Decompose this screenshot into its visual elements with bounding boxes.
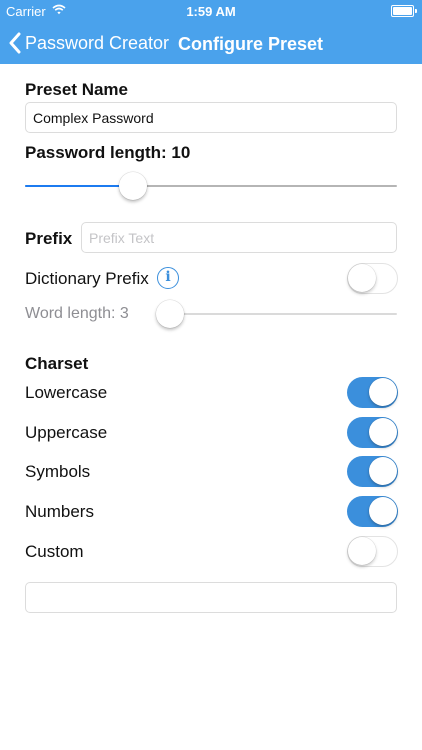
toggle-knob [369, 418, 397, 446]
charset-label-numbers: Numbers [25, 502, 94, 521]
password-length-label: Password length: 10 [25, 143, 191, 162]
charset-label-uppercase: Uppercase [25, 423, 108, 442]
charset-label-symbols: Symbols [25, 462, 91, 481]
nav-bar: Password Creator Configure Preset [0, 22, 422, 64]
word-length-label: Word length: 3 [25, 305, 129, 322]
back-button-label: Password Creator [25, 32, 170, 53]
dictionary-prefix-toggle[interactable] [347, 263, 398, 294]
preset-name-input[interactable] [25, 102, 397, 133]
prefix-label: Prefix [25, 229, 73, 248]
toggle-knob [369, 457, 397, 485]
page-title: Configure Preset [178, 34, 324, 54]
back-button[interactable]: Password Creator [8, 30, 169, 56]
password-length-slider[interactable] [25, 171, 397, 201]
chevron-left-icon [9, 32, 21, 54]
status-time: 1:59 AM [186, 4, 236, 19]
charset-header: Charset [25, 354, 89, 373]
lowercase-toggle[interactable] [347, 377, 398, 408]
custom-toggle[interactable] [347, 536, 398, 567]
dictionary-prefix-label: Dictionary Prefix [25, 269, 149, 288]
slider-track [170, 313, 397, 315]
slider-fill [25, 185, 133, 187]
toggle-knob [348, 537, 376, 565]
charset-label-lowercase: Lowercase [25, 383, 108, 402]
word-length-slider[interactable] [156, 299, 397, 329]
charset-label-custom: Custom [25, 542, 84, 561]
numbers-toggle[interactable] [347, 496, 398, 527]
navigation-header: Carrier 1:59 AM Password Creator Configu… [0, 0, 422, 64]
preset-name-label: Preset Name [25, 80, 129, 99]
toggle-knob [369, 378, 397, 406]
status-bar: Carrier 1:59 AM [0, 0, 422, 22]
battery-icon [391, 5, 417, 17]
slider-thumb[interactable] [156, 300, 184, 328]
symbols-toggle[interactable] [347, 456, 398, 487]
toggle-knob [369, 497, 397, 525]
uppercase-toggle[interactable] [347, 417, 398, 448]
prefix-input[interactable] [81, 222, 397, 253]
toggle-knob [348, 264, 376, 292]
slider-thumb[interactable] [118, 172, 147, 200]
custom-charset-input[interactable] [25, 582, 397, 613]
info-icon[interactable]: i [157, 267, 179, 289]
